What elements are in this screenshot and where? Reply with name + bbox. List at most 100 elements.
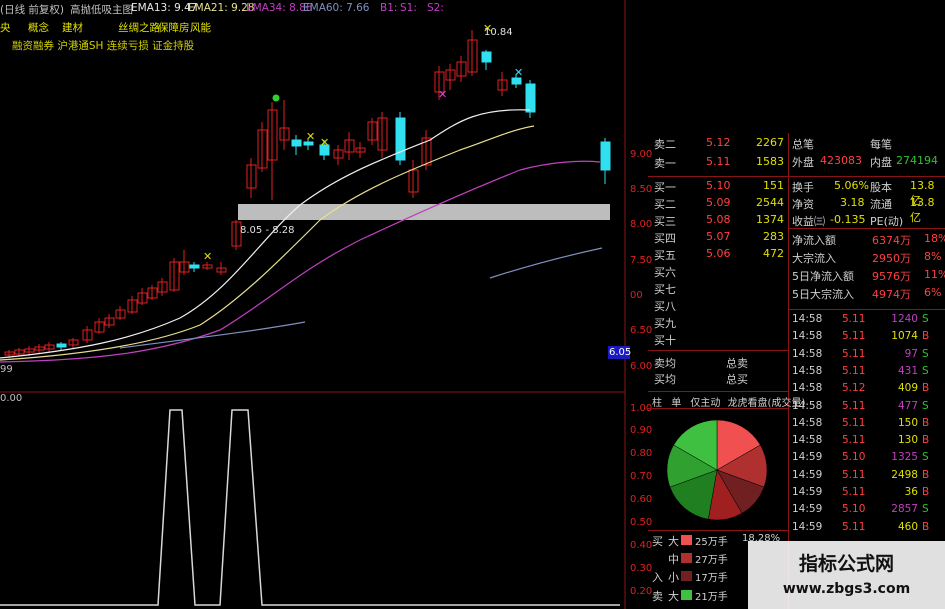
category-item[interactable]: 概念 — [28, 20, 49, 35]
fund-swatch — [681, 535, 692, 545]
buy-level-price: 5.06 — [706, 247, 731, 260]
buy-level-price: 5.09 — [706, 196, 731, 209]
tick-time: 14:58 — [792, 330, 823, 343]
buy-level[interactable]: 买一 5.10 151 — [648, 179, 788, 195]
stat-row-net-assets: 净资 3.18 流通 13.8亿 — [790, 196, 945, 224]
tick-price: 5.11 — [842, 313, 866, 325]
flow-value: 6374万 — [872, 234, 911, 247]
tick-volume: 150 — [897, 416, 918, 429]
fund-flow-row: 净流入额 6374万 18% — [790, 232, 945, 248]
buy-level[interactable]: 买七 — [648, 281, 788, 297]
tick-price: 5.11 — [842, 486, 866, 498]
tab-single[interactable]: 单 — [671, 398, 681, 409]
buy-level[interactable]: 买五 5.06 472 — [648, 247, 788, 263]
buy-level-price: 5.10 — [706, 179, 731, 192]
outer-label: 外盘 — [792, 156, 814, 169]
period-label: (日线 前复权) — [0, 4, 65, 16]
signal-marker: ✕ — [438, 88, 447, 101]
fund-amount: 17万手 — [695, 573, 728, 584]
b1-label: B1: — [380, 2, 398, 14]
tick-side: B — [922, 330, 930, 343]
tick-row: 14:59 5.10 2857 S — [790, 503, 945, 520]
tick-time: 14:58 — [792, 364, 823, 377]
buy-level[interactable]: 买三 5.08 1374 — [648, 213, 788, 229]
outer-value: 423083 — [820, 154, 862, 167]
ema21-label: EMA21: 9.28 — [188, 2, 255, 14]
tick-row: 14:59 5.11 36 B — [790, 486, 945, 503]
tab-active-only[interactable]: 仅主动 — [690, 398, 720, 409]
buy-level[interactable]: 买二 5.09 2544 — [648, 196, 788, 212]
flow-label: 大宗流入 — [792, 252, 836, 265]
inner-value: 274194 — [896, 154, 938, 167]
tick-price: 5.11 — [842, 520, 866, 533]
tick-time: 14:59 — [792, 486, 823, 498]
buy-level-price: 5.07 — [706, 230, 731, 243]
range-label: 8.05 - 8.28 — [240, 225, 295, 236]
category-item[interactable]: 风能 — [190, 20, 211, 35]
buy-level[interactable]: 买四 5.07 283 — [648, 230, 788, 246]
tick-price: 5.11 — [842, 468, 866, 481]
buy-level-label: 买四 — [654, 232, 676, 245]
tick-volume: 460 — [897, 520, 918, 533]
resistance-band — [238, 204, 610, 220]
buy-level[interactable]: 买六 — [648, 264, 788, 280]
sell-level-1[interactable]: 卖一 5.11 1583 — [648, 155, 788, 171]
fund-side-label: 卖 — [652, 590, 663, 603]
tick-time: 14:58 — [792, 434, 823, 447]
fund-size-label: 中 — [668, 553, 679, 566]
flow-value: 4974万 — [872, 288, 911, 301]
float-label: 流通 — [870, 198, 892, 211]
fund-amount: 25万手 — [695, 537, 728, 548]
tick-time: 14:58 — [792, 382, 823, 395]
stat-row-lots: 总笔 每笔 — [790, 136, 945, 152]
quote-panel: 卖二 5.12 2267 卖一 5.11 1583 买一 5.10 151 买二 5.… — [648, 133, 945, 609]
indicator-name[interactable]: 高抛低吸主图 — [70, 2, 133, 17]
low-price-label: 99 — [0, 364, 13, 375]
tick-time: 14:59 — [792, 451, 823, 464]
category-item[interactable]: 丝绸之路 — [118, 20, 160, 35]
ema-line — [489, 247, 603, 279]
fund-amount: 21万手 — [695, 592, 728, 603]
ema-line — [119, 321, 306, 349]
s2-label: S2: — [427, 2, 444, 14]
buy-level[interactable]: 买十 — [648, 332, 788, 348]
buy-level-volume: 2544 — [756, 196, 784, 209]
tick-side: B — [922, 416, 930, 429]
buy-level-volume: 283 — [763, 230, 784, 243]
tick-side: S — [922, 313, 929, 325]
flow-percent: 11% — [924, 268, 945, 281]
ema60-label: EMA60: 7.66 — [303, 2, 370, 14]
buy-signal-dot — [272, 94, 280, 102]
sell-level-2[interactable]: 卖二 5.12 2267 — [648, 136, 788, 152]
tick-side: B — [922, 486, 930, 498]
net-assets-value: 3.18 — [840, 196, 865, 209]
fund-flow-row: 5日净流入额 9576万 11% — [790, 268, 945, 284]
sell-total-label: 总卖 — [726, 357, 748, 370]
signal-marker: ✕ — [514, 66, 523, 79]
tick-side: B — [922, 382, 930, 395]
total-lots-label: 总笔 — [792, 138, 814, 151]
candle-body — [525, 83, 536, 113]
pe-label: PE(动) — [870, 215, 904, 228]
candles — [4, 30, 611, 358]
turnover-label: 换手 — [792, 181, 814, 194]
sell-level-price: 5.11 — [706, 155, 731, 168]
tick-price: 5.11 — [842, 330, 866, 343]
tick-row: 14:59 5.11 2498 B — [790, 469, 945, 486]
category-item[interactable]: 建材 — [62, 20, 83, 35]
tab-bar[interactable]: 柱 — [652, 398, 662, 409]
buy-level[interactable]: 买八 — [648, 298, 788, 314]
tick-side: S — [922, 503, 929, 516]
tick-volume: 1325 — [891, 451, 918, 464]
buy-average-row: 买均 总买 — [648, 371, 788, 387]
buy-level[interactable]: 买九 — [648, 315, 788, 331]
watermark-title: 指标公式网 — [798, 553, 894, 575]
tick-price: 5.12 — [842, 382, 866, 395]
category-item[interactable]: 保障房 — [158, 20, 190, 35]
tick-side: B — [922, 520, 930, 533]
category-item[interactable]: 央 — [0, 20, 11, 35]
tick-volume: 97 — [904, 347, 918, 360]
high-price-label: 10.84 — [484, 27, 513, 38]
buy-level-label: 买三 — [654, 215, 676, 228]
tick-volume: 477 — [897, 399, 918, 412]
